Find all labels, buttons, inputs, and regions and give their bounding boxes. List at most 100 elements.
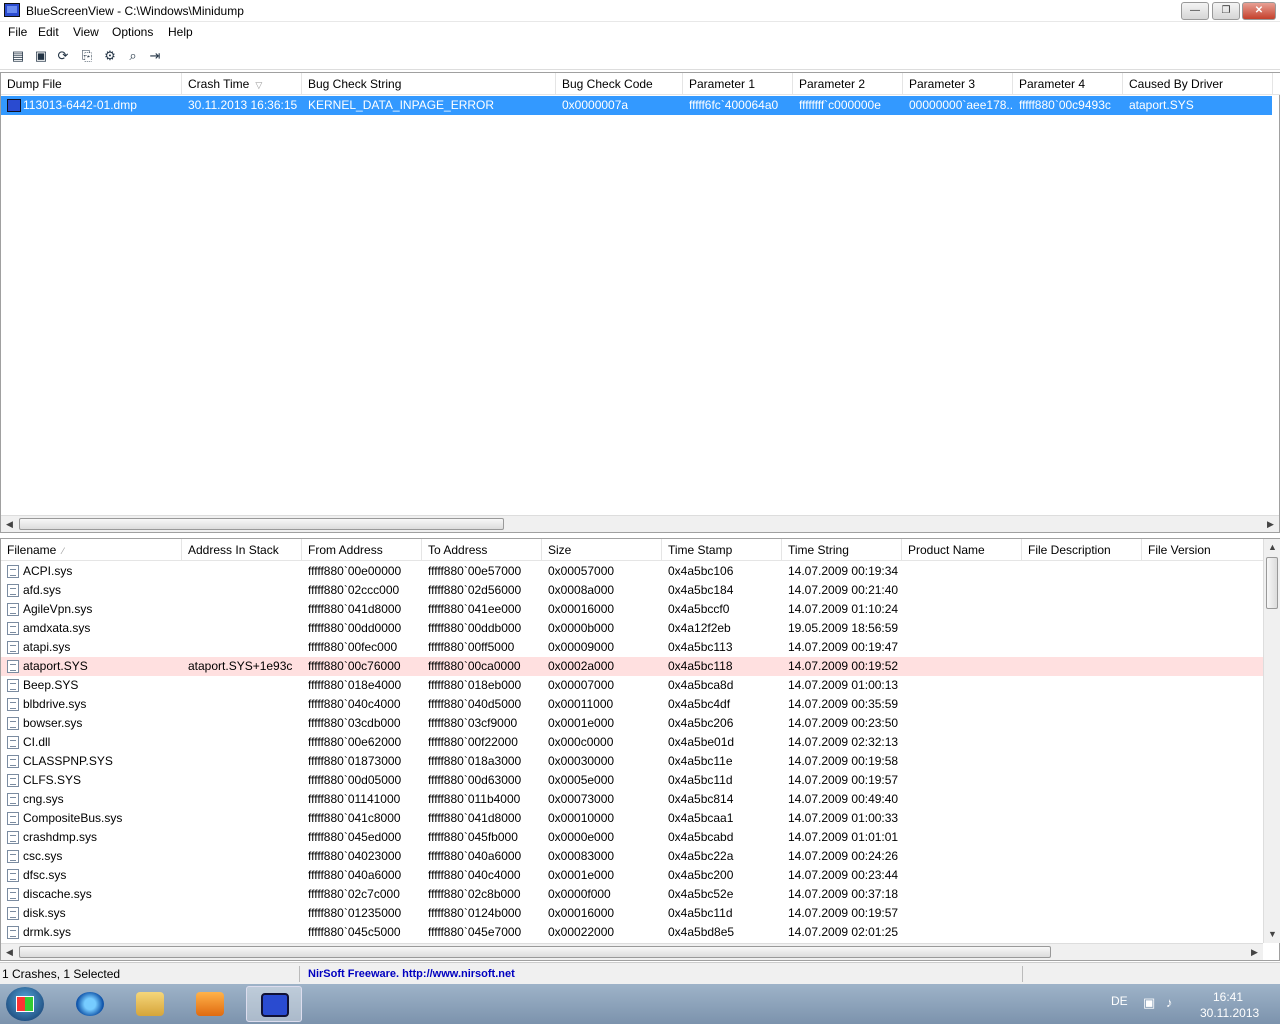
column-header-address-in-stack[interactable]: Address In Stack xyxy=(182,539,302,561)
scroll-right-arrow-icon[interactable]: ▶ xyxy=(1262,516,1279,533)
time-stamp-cell: 0x4a5bc814 xyxy=(668,792,734,806)
driver-row[interactable]: CLFS.SYS fffff880`00d05000 fffff880`00d630… xyxy=(1,771,1264,790)
minimize-button[interactable]: — xyxy=(1181,2,1209,20)
clock-date[interactable]: 30.11.2013 xyxy=(1200,1006,1259,1020)
to-address-cell: fffff880`00ca0000 xyxy=(428,659,521,673)
crash-list-pane: Dump File Crash Time ▽ Bug Check String B… xyxy=(0,72,1280,533)
size-cell: 0x00007000 xyxy=(548,678,615,692)
time-stamp-cell: 0x4a5bc22a xyxy=(668,849,734,863)
from-address-cell: fffff880`04023000 xyxy=(308,849,402,863)
driver-row[interactable]: discache.sys fffff880`02c7c000 fffff880`02… xyxy=(1,885,1264,904)
clock-time[interactable]: 16:41 xyxy=(1213,990,1243,1004)
scroll-left-arrow-icon[interactable]: ◀ xyxy=(1,944,18,961)
driver-row[interactable]: CompositeBus.sys fffff880`041c8000 fffff88… xyxy=(1,809,1264,828)
size-cell: 0x00016000 xyxy=(548,602,615,616)
scrollbar-thumb[interactable] xyxy=(19,946,1051,958)
column-header-parameter-4[interactable]: Parameter 4 xyxy=(1013,73,1123,95)
driver-row[interactable]: drmk.sys fffff880`045c5000 fffff880`045e70… xyxy=(1,923,1264,942)
column-header-product-name[interactable]: Product Name xyxy=(902,539,1022,561)
from-address-cell: fffff880`03cdb000 xyxy=(308,716,401,730)
driver-row[interactable]: blbdrive.sys fffff880`040c4000 fffff880`04… xyxy=(1,695,1264,714)
scroll-up-arrow-icon[interactable]: ▲ xyxy=(1264,539,1280,556)
maximize-button[interactable]: ❐ xyxy=(1212,2,1240,20)
column-header-from-address[interactable]: From Address xyxy=(302,539,422,561)
column-header-parameter-1[interactable]: Parameter 1 xyxy=(683,73,793,95)
address-in-stack-cell xyxy=(182,619,302,638)
scroll-left-arrow-icon[interactable]: ◀ xyxy=(1,516,18,533)
driver-row[interactable]: afd.sys fffff880`02ccc000 fffff880`02d5600… xyxy=(1,581,1264,600)
save-icon[interactable]: ▣ xyxy=(32,47,50,65)
column-header-caused-by-driver[interactable]: Caused By Driver xyxy=(1123,73,1273,95)
driver-row[interactable]: bowser.sys fffff880`03cdb000 fffff880`03cf… xyxy=(1,714,1264,733)
column-header-dump-file[interactable]: Dump File xyxy=(1,73,182,95)
crash-list-horizontal-scrollbar[interactable]: ◀ ▶ xyxy=(1,515,1279,532)
menu-view[interactable]: View xyxy=(73,25,99,39)
driver-row[interactable]: Beep.SYS fffff880`018e4000 fffff880`018eb0… xyxy=(1,676,1264,695)
driver-row[interactable]: disk.sys fffff880`01235000 fffff880`0124b0… xyxy=(1,904,1264,923)
time-stamp-cell: 0x4a5bc106 xyxy=(668,564,734,578)
crash-row[interactable]: 113013-6442-01.dmp 30.11.2013 16:36:15 K… xyxy=(1,96,1272,115)
column-header-bug-check-code[interactable]: Bug Check Code xyxy=(556,73,683,95)
driver-list-horizontal-scrollbar[interactable]: ◀ ▶ xyxy=(1,943,1263,960)
column-header-file-version[interactable]: File Version xyxy=(1142,539,1264,561)
menu-help[interactable]: Help xyxy=(168,25,193,39)
menu-file[interactable]: File xyxy=(8,25,27,39)
driver-row[interactable]: ataport.SYS ataport.SYS+1e93c fffff880`00c… xyxy=(1,657,1264,676)
bluescreenview-app-icon[interactable] xyxy=(4,3,20,17)
to-address-cell: fffff880`041ee000 xyxy=(428,602,522,616)
size-cell: 0x0002a000 xyxy=(548,659,615,673)
scroll-right-arrow-icon[interactable]: ▶ xyxy=(1246,944,1263,961)
explorer-taskbar-button[interactable] xyxy=(122,986,178,1022)
to-address-cell: fffff880`045e7000 xyxy=(428,925,522,939)
filename-cell: ataport.SYS xyxy=(23,659,88,673)
start-button[interactable] xyxy=(6,987,44,1021)
exit-icon[interactable]: ⇥ xyxy=(146,47,164,65)
driver-row[interactable]: amdxata.sys fffff880`00dd0000 fffff880`00d… xyxy=(1,619,1264,638)
time-stamp-cell: 0x4a12f2eb xyxy=(668,621,731,635)
column-header-parameter-3[interactable]: Parameter 3 xyxy=(903,73,1013,95)
driver-row[interactable]: ACPI.sys fffff880`00e00000 fffff880`00e570… xyxy=(1,562,1264,581)
options-icon[interactable]: ⚙ xyxy=(101,47,119,65)
media-player-taskbar-button[interactable] xyxy=(182,986,238,1022)
scrollbar-thumb[interactable] xyxy=(19,518,504,530)
scrollbar-thumb[interactable] xyxy=(1266,557,1278,609)
scroll-down-arrow-icon[interactable]: ▼ xyxy=(1264,926,1280,943)
menu-options[interactable]: Options xyxy=(112,25,153,39)
driver-list-vertical-scrollbar[interactable]: ▲ ▼ xyxy=(1263,539,1280,943)
refresh-icon[interactable]: ⟳ xyxy=(54,47,72,65)
driver-row[interactable]: cng.sys fffff880`01141000 fffff880`011b400… xyxy=(1,790,1264,809)
properties-icon[interactable]: ▤ xyxy=(9,47,27,65)
column-header-crash-time[interactable]: Crash Time ▽ xyxy=(182,73,302,95)
internet-explorer-taskbar-button[interactable] xyxy=(62,986,118,1022)
driver-row[interactable]: atapi.sys fffff880`00fec000 fffff880`00ff5… xyxy=(1,638,1264,657)
driver-row[interactable]: CI.dll fffff880`00e62000 fffff880`00f22000… xyxy=(1,733,1264,752)
menu-edit[interactable]: Edit xyxy=(38,25,59,39)
driver-row[interactable]: AgileVpn.sys fffff880`041d8000 fffff880`04… xyxy=(1,600,1264,619)
column-header-time-stamp[interactable]: Time Stamp xyxy=(662,539,782,561)
to-address-cell: fffff880`041d8000 xyxy=(428,811,522,825)
column-header-size[interactable]: Size xyxy=(542,539,662,561)
volume-icon[interactable]: ♪ xyxy=(1166,995,1173,1010)
driver-row[interactable]: CLASSPNP.SYS fffff880`01873000 fffff880`01… xyxy=(1,752,1264,771)
filename-cell: drmk.sys xyxy=(23,925,71,939)
from-address-cell: fffff880`00d05000 xyxy=(308,773,402,787)
column-header-file-description[interactable]: File Description xyxy=(1022,539,1142,561)
find-icon[interactable]: ⌕ xyxy=(124,47,142,65)
column-header-to-address[interactable]: To Address xyxy=(422,539,542,561)
column-header-filename[interactable]: Filename ⁄ xyxy=(1,539,182,561)
column-header-bug-check-string[interactable]: Bug Check String xyxy=(302,73,556,95)
from-address-cell: fffff880`02c7c000 xyxy=(308,887,400,901)
language-indicator[interactable]: DE xyxy=(1111,994,1128,1008)
close-button[interactable]: ✕ xyxy=(1242,2,1276,20)
driver-row[interactable]: dfsc.sys fffff880`040a6000 fffff880`040c40… xyxy=(1,866,1264,885)
size-cell: 0x0001e000 xyxy=(548,716,615,730)
network-icon[interactable]: ▣ xyxy=(1143,995,1155,1011)
driver-row[interactable]: crashdmp.sys fffff880`045ed000 fffff880`04… xyxy=(1,828,1264,847)
driver-row[interactable]: csc.sys fffff880`04023000 fffff880`040a600… xyxy=(1,847,1264,866)
size-cell: 0x0008a000 xyxy=(548,583,615,597)
column-header-parameter-2[interactable]: Parameter 2 xyxy=(793,73,903,95)
nirsoft-link[interactable]: NirSoft Freeware. http://www.nirsoft.net xyxy=(308,966,515,982)
copy-icon[interactable]: ⎘ xyxy=(78,47,96,65)
bluescreenview-taskbar-button[interactable] xyxy=(246,986,302,1022)
column-header-time-string[interactable]: Time String xyxy=(782,539,902,561)
